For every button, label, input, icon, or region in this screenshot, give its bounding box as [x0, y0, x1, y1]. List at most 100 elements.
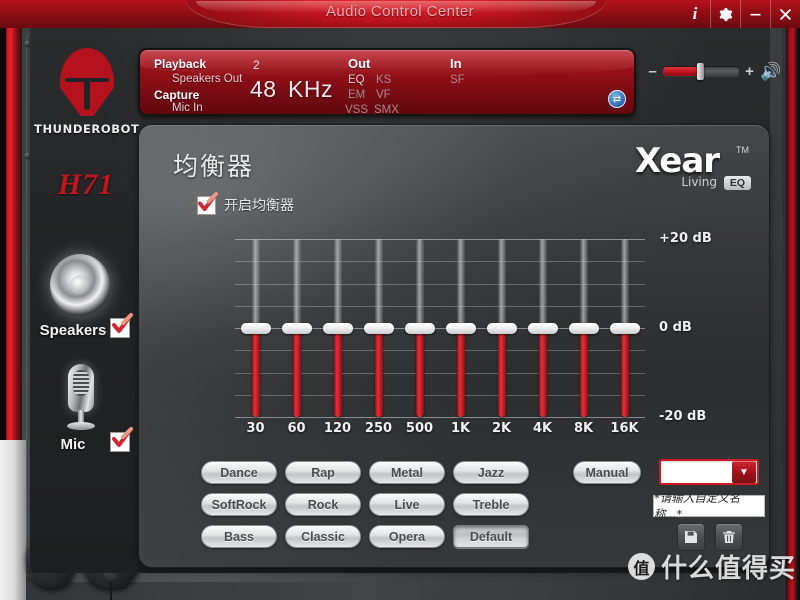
status-info-bar: Playback Speakers Out Capture Mic In 2 4…	[138, 48, 636, 116]
enable-equalizer-checkbox[interactable]	[197, 191, 218, 215]
manual-button[interactable]: Manual	[573, 461, 641, 484]
equalizer-sliders-area	[235, 239, 645, 418]
preset-row: Bass Classic Opera Default	[201, 525, 561, 548]
eq-slider-250[interactable]	[363, 239, 394, 417]
equalizer-db-scale: +20 dB 0 dB -20 dB	[659, 231, 769, 424]
eq-slider-track-upper	[333, 239, 342, 328]
minimize-button[interactable]	[740, 0, 770, 28]
eq-slider-knob[interactable]	[240, 322, 271, 334]
preset-button-classic[interactable]: Classic	[285, 525, 361, 548]
preset-button-jazz[interactable]: Jazz	[453, 461, 529, 484]
eq-slider-knob[interactable]	[609, 322, 640, 334]
eq-slider-knob[interactable]	[486, 322, 517, 334]
freq-label-16K: 16K	[610, 421, 639, 436]
chevron-down-icon[interactable]: ▼	[732, 461, 756, 483]
xear-logo: Xear TM Living EQ	[635, 141, 751, 191]
eq-slider-knob[interactable]	[404, 322, 435, 334]
in-flag-sf: SF	[450, 74, 465, 86]
eq-slider-knob[interactable]	[527, 322, 558, 334]
eq-slider-60[interactable]	[281, 239, 312, 417]
master-volume-control: – + 🔊	[648, 58, 784, 84]
preset-button-default[interactable]: Default	[453, 525, 529, 548]
brand-name: THUNDEROBOT	[34, 122, 140, 136]
preset-button-treble[interactable]: Treble	[453, 493, 529, 516]
eq-slider-track-lower	[292, 328, 301, 417]
eq-slider-track-upper	[374, 239, 383, 328]
preset-button-dance[interactable]: Dance	[201, 461, 277, 484]
freq-label-2K: 2K	[491, 421, 512, 436]
save-preset-button[interactable]	[677, 523, 705, 551]
eq-slider-track-lower	[251, 328, 260, 417]
eq-slider-2K[interactable]	[486, 239, 517, 417]
preset-button-rock[interactable]: Rock	[285, 493, 361, 516]
scale-label-top: +20 dB	[659, 231, 712, 246]
capture-label: Capture	[154, 88, 200, 102]
eq-slider-knob[interactable]	[363, 322, 394, 334]
device-sidebar: THUNDEROBOT H71 Speakers Mic	[34, 32, 140, 568]
volume-slider-knob[interactable]	[697, 62, 704, 80]
eq-slider-knob[interactable]	[568, 322, 599, 334]
eq-slider-track-lower	[333, 328, 342, 417]
custom-name-input[interactable]: *请输入自定义名称...*	[653, 491, 765, 521]
preset-button-softrock[interactable]: SoftRock	[201, 493, 277, 516]
eq-slider-16K[interactable]	[609, 239, 640, 417]
eq-slider-knob[interactable]	[322, 322, 353, 334]
speakers-checkbox[interactable]	[110, 313, 133, 338]
settings-button[interactable]	[710, 0, 740, 28]
eq-slider-track-lower	[579, 328, 588, 417]
volume-slider[interactable]	[663, 62, 739, 80]
preset-row: SoftRock Rock Live Treble	[201, 493, 561, 516]
microphone-base	[67, 422, 95, 430]
eq-slider-120[interactable]	[322, 239, 353, 417]
freq-label-4K: 4K	[532, 421, 553, 436]
playback-device: Speakers Out	[172, 73, 243, 85]
preset-button-bass[interactable]: Bass	[201, 525, 277, 548]
capture-device: Mic In	[172, 102, 203, 114]
preset-buttons: Dance Rap Metal Jazz SoftRock Rock Live Treble B…	[201, 461, 561, 557]
eq-slider-track-lower	[456, 328, 465, 417]
speakers-label: Speakers	[39, 322, 107, 339]
preset-button-rap[interactable]: Rap	[285, 461, 361, 484]
checkmark-icon	[112, 427, 133, 447]
equalizer-panel: 均衡器 开启均衡器 Xear TM Living EQ +20 dB 0 dB …	[138, 124, 770, 568]
out-label: Out	[348, 56, 371, 71]
out-flag-ks: KS	[376, 74, 392, 86]
eq-slider-8K[interactable]	[568, 239, 599, 417]
freq-label-1K: 1K	[450, 421, 471, 436]
eq-slider-30[interactable]	[240, 239, 271, 417]
out-flag-smx: SMX	[374, 104, 399, 116]
volume-speaker-icon[interactable]: 🔊	[760, 63, 781, 80]
eq-slider-500[interactable]	[404, 239, 435, 417]
playback-label: Playback	[154, 57, 207, 71]
eq-slider-knob[interactable]	[281, 322, 312, 334]
volume-increase-button[interactable]: +	[745, 63, 754, 80]
custom-preset-select[interactable]: ▼	[659, 459, 759, 485]
channel-count: 2	[253, 58, 260, 72]
eq-slider-track-upper	[251, 239, 260, 328]
enable-equalizer-row[interactable]: 开启均衡器	[197, 191, 294, 215]
manual-preset-wrap: Manual	[573, 461, 641, 484]
close-button[interactable]	[770, 0, 800, 28]
eq-slider-knob[interactable]	[445, 322, 476, 334]
preset-button-live[interactable]: Live	[369, 493, 445, 516]
delete-preset-button[interactable]	[715, 523, 743, 551]
out-flag-em: EM	[348, 89, 366, 101]
audio-control-center-app: Audio Control Center i THUNDEROBOT H71 S…	[0, 0, 800, 600]
eq-slider-track-upper	[497, 239, 506, 328]
sample-rate-unit: KHz	[288, 76, 333, 102]
volume-decrease-button[interactable]: –	[648, 63, 657, 80]
eq-slider-1K[interactable]	[445, 239, 476, 417]
desk-surface-strip	[0, 440, 26, 600]
trash-icon	[723, 531, 735, 543]
window-controls: i	[680, 0, 800, 28]
preset-button-opera[interactable]: Opera	[369, 525, 445, 548]
info-button[interactable]: i	[680, 0, 710, 28]
eq-slider-track-lower	[374, 328, 383, 417]
preset-button-metal[interactable]: Metal	[369, 461, 445, 484]
swap-arrows-icon[interactable]: ⇄	[608, 90, 626, 108]
eq-slider-4K[interactable]	[527, 239, 558, 417]
checkmark-icon	[197, 191, 218, 211]
microphone-icon	[68, 364, 94, 412]
mic-checkbox[interactable]	[110, 427, 133, 452]
close-icon	[780, 8, 791, 20]
